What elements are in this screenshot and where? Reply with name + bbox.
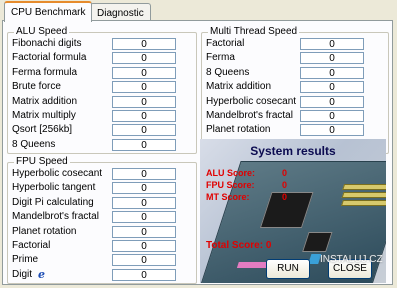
system-results-title: System results <box>250 144 336 158</box>
alu-row-value: 0 <box>112 95 176 108</box>
fpu-row: Prime 0 <box>8 253 196 267</box>
fpu-row: Factorial 0 <box>8 239 196 253</box>
alu-row-value: 0 <box>112 138 176 151</box>
mt-row-label: 8 Queens <box>206 66 250 78</box>
fpu-row-value: 0 <box>112 168 176 180</box>
fpu-row-label: Hyperbolic tangent <box>12 182 96 194</box>
alu-row-value: 0 <box>112 124 176 137</box>
fpu-row: Digit Pi calculating 0 <box>8 196 196 210</box>
alu-row: Matrix multiply 0 <box>8 109 196 123</box>
alu-row-label: Brute force <box>12 81 61 93</box>
alu-row-label: Fibonachi digits <box>12 38 82 49</box>
alu-row-label: Qsort [256kb] <box>12 124 73 136</box>
alu-row-label: Ferma formula <box>12 66 78 78</box>
fpu-row: Mandelbrot's fractal 0 <box>8 210 196 224</box>
mt-row-label: Ferma <box>206 52 235 64</box>
alu-row: Factorial formula 0 <box>8 51 196 65</box>
digit-e-icon: e <box>38 267 45 281</box>
fpu-speed-group: FPU Speed Hyperbolic cosecant 0 Hyperbolic… <box>7 156 197 284</box>
fpu-row-label: Factorial <box>12 240 51 251</box>
mt-row-value: 0 <box>300 110 364 122</box>
mt-row: Ferma 0 <box>202 51 388 65</box>
fpu-row-value: 0 <box>112 268 176 281</box>
mt-row-value: 0 <box>300 124 364 137</box>
mt-row: Factorial 0 <box>202 37 388 51</box>
fpu-row-label: Digit Pi calculating <box>12 196 94 208</box>
fpu-row-value: 0 <box>112 254 176 267</box>
alu-row-value: 0 <box>112 110 176 122</box>
fpu-row-label: Mandelbrot's fractal <box>12 211 99 223</box>
mt-row: Mandelbrot's fractal 0 <box>202 109 388 123</box>
fpu-row: Planet rotation 0 <box>8 225 196 239</box>
alu-row-label: Matrix multiply <box>12 110 76 121</box>
mt-row-label: Hyperbolic cosecant <box>206 95 297 107</box>
fpu-row-label: Prime <box>12 254 39 266</box>
alu-row-label: Factorial formula <box>12 52 87 64</box>
alu-row: Ferma formula 0 <box>8 66 196 80</box>
alu-row: 8 Queens 0 <box>8 138 196 152</box>
mt-row-value: 0 <box>300 52 364 65</box>
alu-speed-group: ALU Speed Fibonachi digits 0 Factorial for… <box>7 26 197 154</box>
fpu-row-value: 0 <box>112 240 176 252</box>
fpu-row: Digit e 0 <box>8 268 196 282</box>
alu-row: Qsort [256kb] 0 <box>8 123 196 137</box>
mt-row: 8 Queens 0 <box>202 66 388 80</box>
alu-row: Matrix addition 0 <box>8 95 196 109</box>
mt-row-label: Mandelbrot's fractal <box>206 110 293 121</box>
mt-row-label: Factorial <box>206 38 245 49</box>
alu-row: Fibonachi digits 0 <box>8 37 196 51</box>
alu-score: ALU Score: 0 <box>206 168 288 178</box>
fpu-row-value: 0 <box>112 196 176 209</box>
mt-row: Planet rotation 0 <box>202 123 388 137</box>
fpu-score: FPU Score: 0 <box>206 180 288 190</box>
mt-row: Matrix addition 0 <box>202 80 388 94</box>
alu-row-value: 0 <box>112 38 176 50</box>
alu-row-label: Matrix addition <box>12 95 78 107</box>
watermark-text: INSTALUJ.CZ <box>320 254 383 265</box>
alu-row-value: 0 <box>112 81 176 94</box>
tab-cpu-benchmark[interactable]: CPU Benchmark <box>4 1 93 22</box>
alu-row-value: 0 <box>112 52 176 65</box>
multi-thread-group: Multi Thread Speed Factorial 0 Ferma 0 8 Que… <box>201 26 389 154</box>
mt-row-label: Matrix addition <box>206 81 272 93</box>
fpu-row: Hyperbolic tangent 0 <box>8 181 196 195</box>
fpu-row-value: 0 <box>112 211 176 224</box>
mt-row-label: Planet rotation <box>206 124 271 136</box>
fpu-row-label: Planet rotation <box>12 225 77 237</box>
fpu-row-label: Digit <box>12 268 33 280</box>
mt-row-value: 0 <box>300 95 364 108</box>
fpu-row: Hyperbolic cosecant 0 <box>8 167 196 181</box>
alu-row-label: 8 Queens <box>12 138 56 150</box>
total-score: Total Score: 0 <box>206 240 272 251</box>
mt-row-value: 0 <box>300 38 364 50</box>
run-button[interactable]: RUN <box>266 259 310 279</box>
alu-row: Brute force 0 <box>8 80 196 94</box>
mt-score: MT Score: 0 <box>206 192 288 202</box>
mt-row: Hyperbolic cosecant 0 <box>202 95 388 109</box>
mt-row-value: 0 <box>300 81 364 94</box>
mt-row-value: 0 <box>300 66 364 79</box>
alu-row-value: 0 <box>112 66 176 79</box>
fpu-row-value: 0 <box>112 225 176 238</box>
fpu-row-value: 0 <box>112 182 176 195</box>
fpu-row-label: Hyperbolic cosecant <box>12 168 103 179</box>
